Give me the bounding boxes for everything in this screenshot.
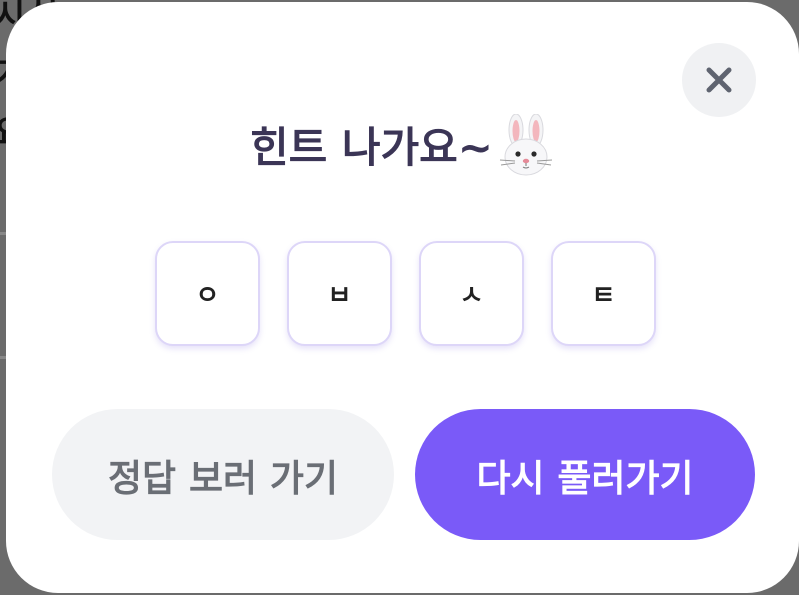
hint-modal: 힌트 나가요~ ㅇ ㅂ ㅅ ㅌ 정답 보러 가기 다시 풀러가기 xyxy=(6,2,799,593)
close-button[interactable] xyxy=(682,43,756,117)
hint-tile: ㅅ xyxy=(419,241,524,346)
modal-title: 힌트 나가요~ xyxy=(6,113,799,182)
modal-title-text: 힌트 나가요~ xyxy=(249,123,493,172)
retry-button[interactable]: 다시 풀러가기 xyxy=(415,409,755,540)
view-answer-button[interactable]: 정답 보러 가기 xyxy=(52,409,394,540)
hint-tile: ㅌ xyxy=(551,241,656,346)
hint-tiles: ㅇ ㅂ ㅅ ㅌ xyxy=(155,241,656,346)
rabbit-face-icon xyxy=(497,113,555,176)
close-icon xyxy=(706,67,732,93)
hint-tile: ㅇ xyxy=(155,241,260,346)
hint-tile: ㅂ xyxy=(287,241,392,346)
